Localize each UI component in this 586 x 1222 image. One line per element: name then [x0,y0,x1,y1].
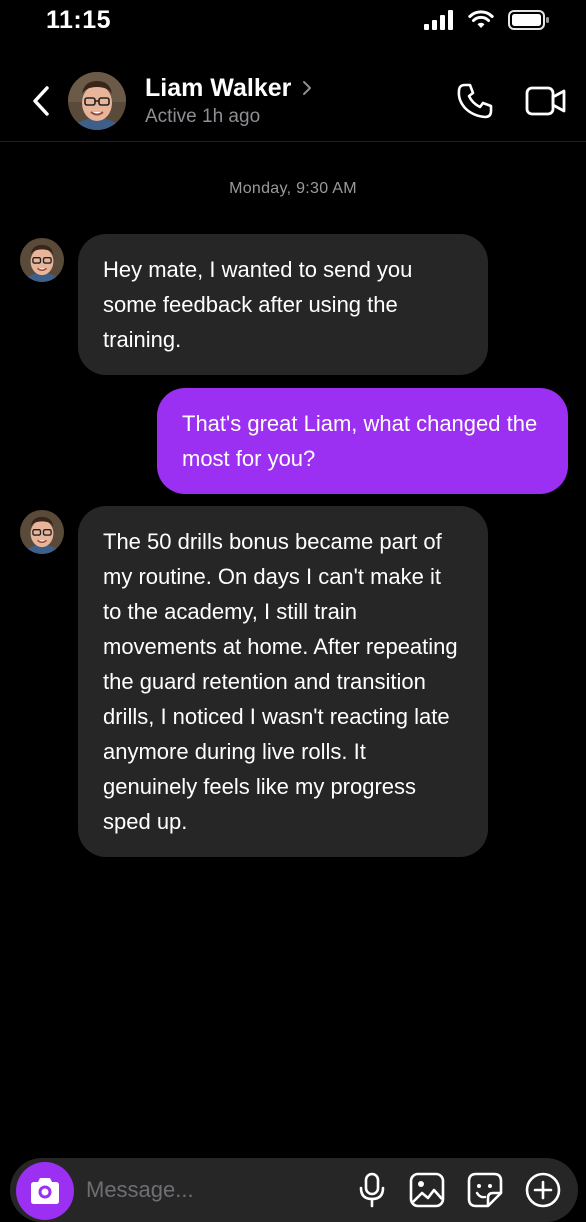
phone-icon [457,83,493,119]
contact-name[interactable]: Liam Walker [145,74,291,103]
message-bubble-outgoing[interactable]: That's great Liam, what changed the most… [157,388,568,494]
plus-circle-icon [525,1172,561,1208]
contact-active-status: Active 1h ago [145,106,261,127]
camera-icon [31,1178,59,1204]
gallery-button[interactable] [407,1170,447,1210]
avatar-photo [20,510,64,554]
audio-call-button[interactable] [456,82,494,120]
chat-header: Liam Walker Active 1h ago [0,60,586,142]
status-icons [424,10,550,30]
video-call-button[interactable] [525,84,567,118]
battery-icon [508,10,549,30]
message-bubble-incoming[interactable]: The 50 drills bonus became part of my ro… [78,506,488,857]
avatar-photo [68,72,126,130]
avatar-photo [20,238,64,282]
contact-avatar[interactable] [68,72,126,130]
message-timestamp: Monday, 9:30 AM [229,180,357,197]
microphone-icon [359,1172,385,1208]
image-icon [409,1172,445,1208]
message-bubble-incoming[interactable]: Hey mate, I wanted to send you some feed… [78,234,488,375]
status-bar: 11:15 [0,0,586,44]
sticker-icon [467,1172,503,1208]
chevron-right-icon[interactable] [302,80,312,96]
wifi-icon [468,10,494,28]
video-camera-icon [525,86,566,116]
message-composer [10,1158,578,1222]
cellular-signal-icon [424,10,453,30]
more-options-button[interactable] [523,1170,563,1210]
sender-avatar[interactable] [20,510,64,554]
message-input[interactable] [86,1170,336,1210]
sticker-button[interactable] [465,1170,505,1210]
chevron-left-icon [33,86,49,116]
sender-avatar[interactable] [20,238,64,282]
back-button[interactable] [24,82,58,120]
status-time: 11:15 [46,6,112,34]
voice-message-button[interactable] [352,1170,392,1210]
camera-button[interactable] [16,1162,74,1220]
